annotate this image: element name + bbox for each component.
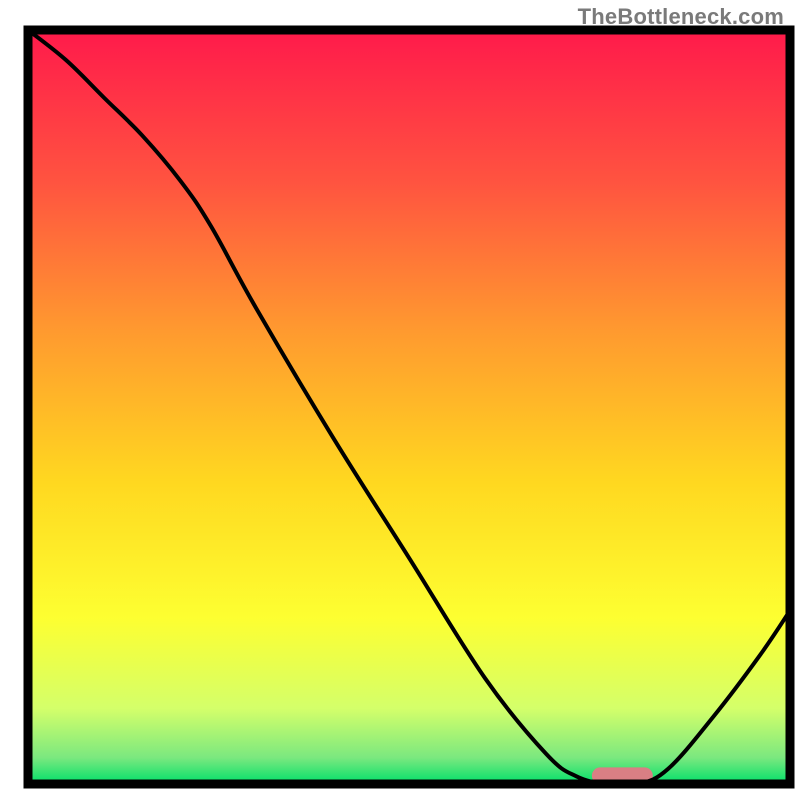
plot-background (28, 30, 790, 784)
chart-stage: TheBottleneck.com (0, 0, 800, 800)
bottleneck-chart (0, 0, 800, 800)
